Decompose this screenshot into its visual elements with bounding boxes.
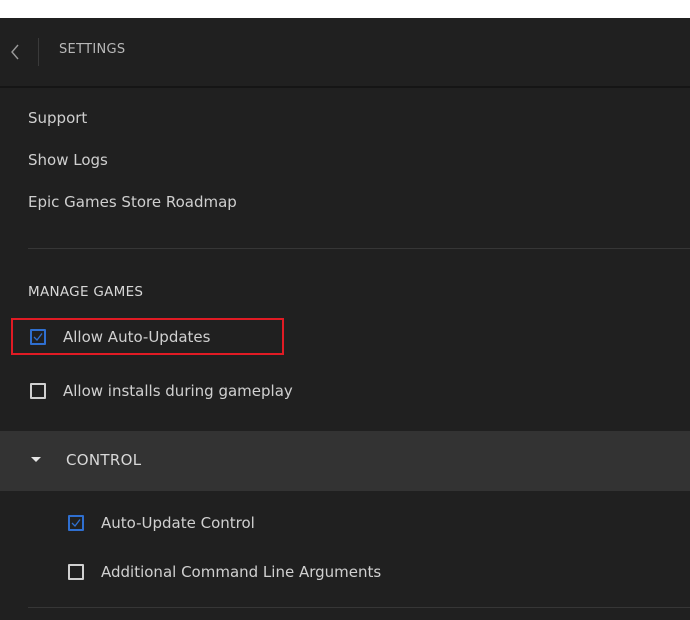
show-logs-link[interactable]: Show Logs (28, 151, 108, 169)
game-section-title: CONTROL (66, 451, 142, 469)
allow-auto-updates-checkbox[interactable] (30, 329, 46, 345)
page-title: SETTINGS (59, 42, 126, 57)
allow-installs-option[interactable]: Allow installs during gameplay (30, 382, 293, 400)
section-divider (28, 248, 690, 249)
settings-window: SETTINGS Support Show Logs Epic Games St… (0, 18, 690, 620)
chevron-left-icon (11, 44, 19, 60)
allow-auto-updates-option[interactable]: Allow Auto-Updates (30, 328, 210, 346)
auto-update-control-checkbox[interactable] (68, 515, 84, 531)
bottom-divider (28, 607, 690, 608)
header-divider (38, 38, 39, 66)
manage-games-heading: MANAGE GAMES (28, 284, 144, 300)
checkmark-icon (33, 333, 43, 341)
settings-header: SETTINGS (0, 18, 690, 86)
allow-installs-label: Allow installs during gameplay (63, 382, 293, 400)
allow-auto-updates-label: Allow Auto-Updates (63, 328, 211, 346)
support-link[interactable]: Support (28, 109, 87, 127)
header-separator (0, 86, 690, 88)
auto-update-control-label: Auto-Update Control (101, 514, 255, 532)
caret-down-icon (31, 457, 41, 462)
checkmark-icon (71, 519, 81, 527)
command-line-args-label: Additional Command Line Arguments (101, 563, 382, 581)
auto-update-control-option[interactable]: Auto-Update Control (68, 514, 255, 532)
command-line-args-option[interactable]: Additional Command Line Arguments (68, 563, 381, 581)
game-section-header[interactable]: CONTROL (0, 431, 690, 491)
command-line-args-checkbox[interactable] (68, 564, 84, 580)
roadmap-link[interactable]: Epic Games Store Roadmap (28, 193, 237, 211)
back-button[interactable] (6, 40, 26, 64)
allow-installs-checkbox[interactable] (30, 383, 46, 399)
